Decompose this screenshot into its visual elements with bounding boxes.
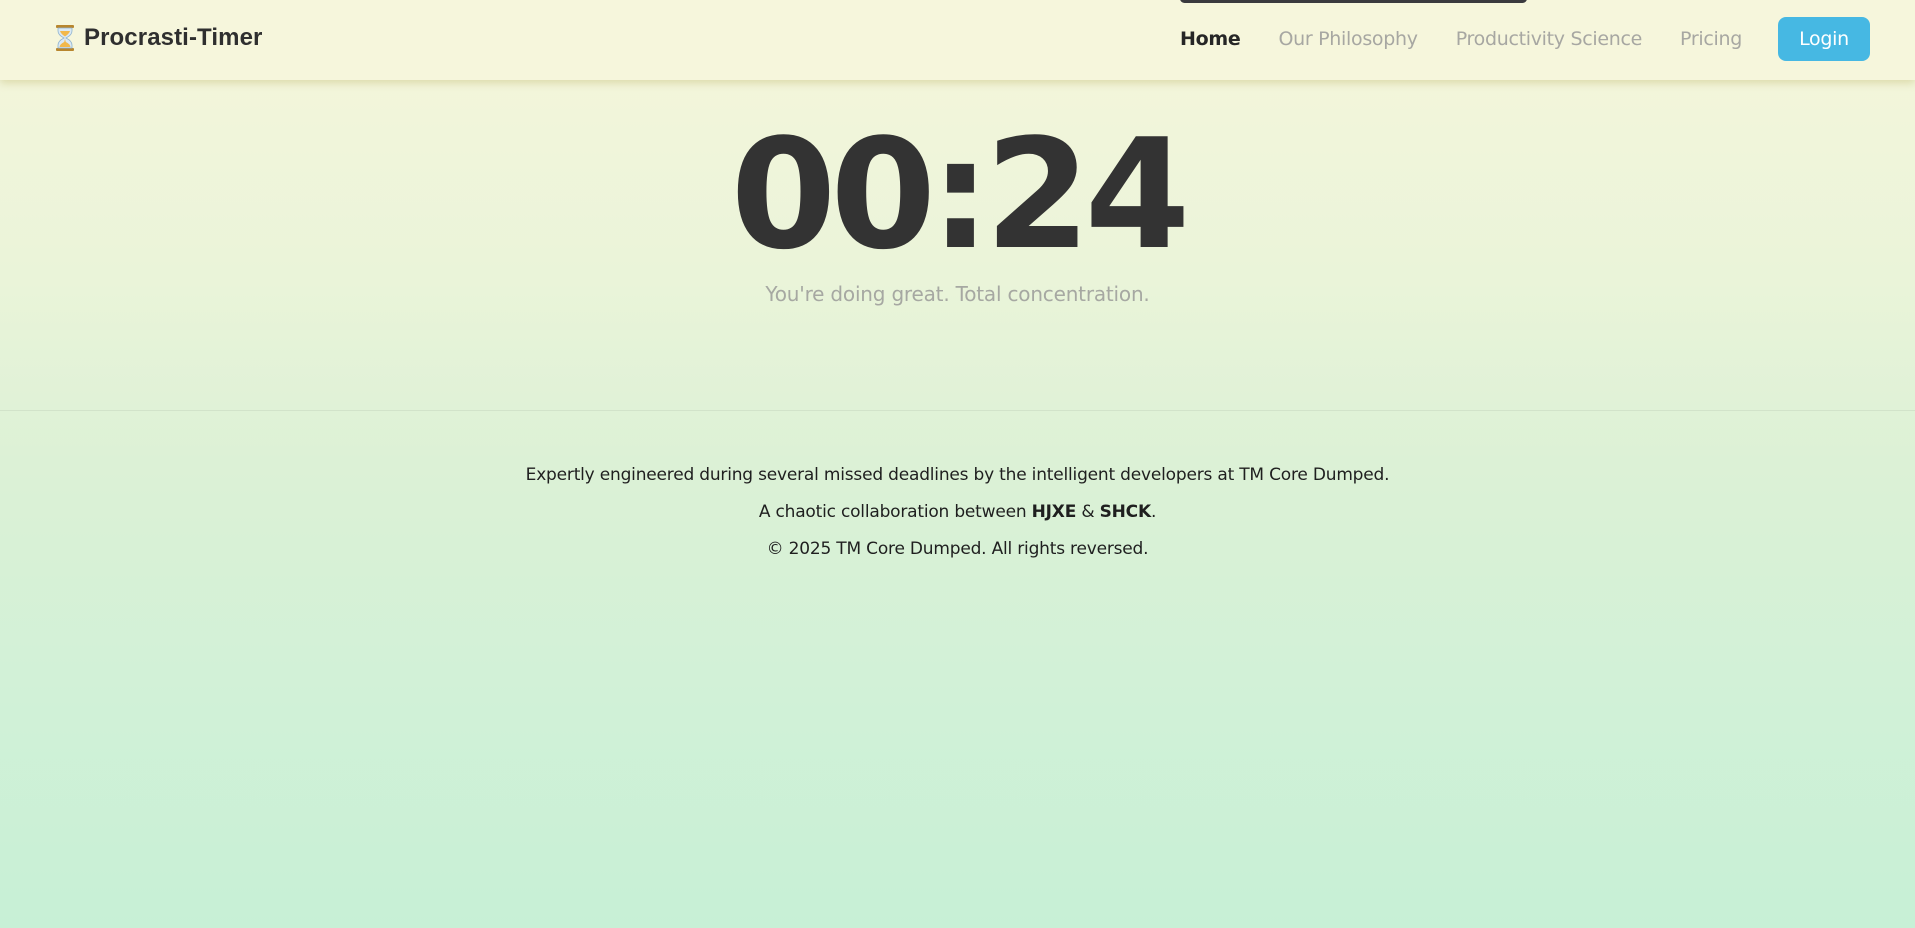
author-shck: SHCK: [1099, 502, 1152, 522]
overlay-bar: [1180, 0, 1527, 3]
nav-link-our-philosophy[interactable]: Our Philosophy: [1279, 28, 1419, 50]
hourglass-icon: [54, 25, 76, 51]
timer-display: 00:24: [730, 106, 1191, 283]
footer-collaboration: A chaotic collaboration between HJXE & S…: [0, 497, 1915, 534]
nav-links: Home Our Philosophy Productivity Science…: [1142, 17, 1870, 61]
nav-link-home[interactable]: Home: [1180, 28, 1241, 50]
divider: [0, 410, 1915, 411]
timer-tagline: You're doing great. Total concentration.: [765, 282, 1150, 306]
navbar: Procrasti-Timer Home Our Philosophy Prod…: [0, 0, 1915, 80]
login-button[interactable]: Login: [1778, 17, 1870, 61]
brand[interactable]: Procrasti-Timer: [54, 24, 262, 52]
nav-link-pricing[interactable]: Pricing: [1680, 28, 1742, 50]
footer-credits: Expertly engineered during several misse…: [525, 465, 1390, 485]
footer: Expertly engineered during several misse…: [0, 460, 1915, 571]
author-hjxe: HJXE: [1031, 502, 1077, 522]
nav-link-productivity-science[interactable]: Productivity Science: [1456, 28, 1643, 50]
brand-name: Procrasti-Timer: [84, 24, 263, 51]
footer-copyright: © 2025 TM Core Dumped. All rights revers…: [766, 539, 1149, 559]
footer-collab-prefix: A chaotic collaboration between: [758, 502, 1032, 522]
footer-collab-suffix: .: [1150, 502, 1157, 522]
footer-collab-mid: &: [1076, 502, 1100, 522]
